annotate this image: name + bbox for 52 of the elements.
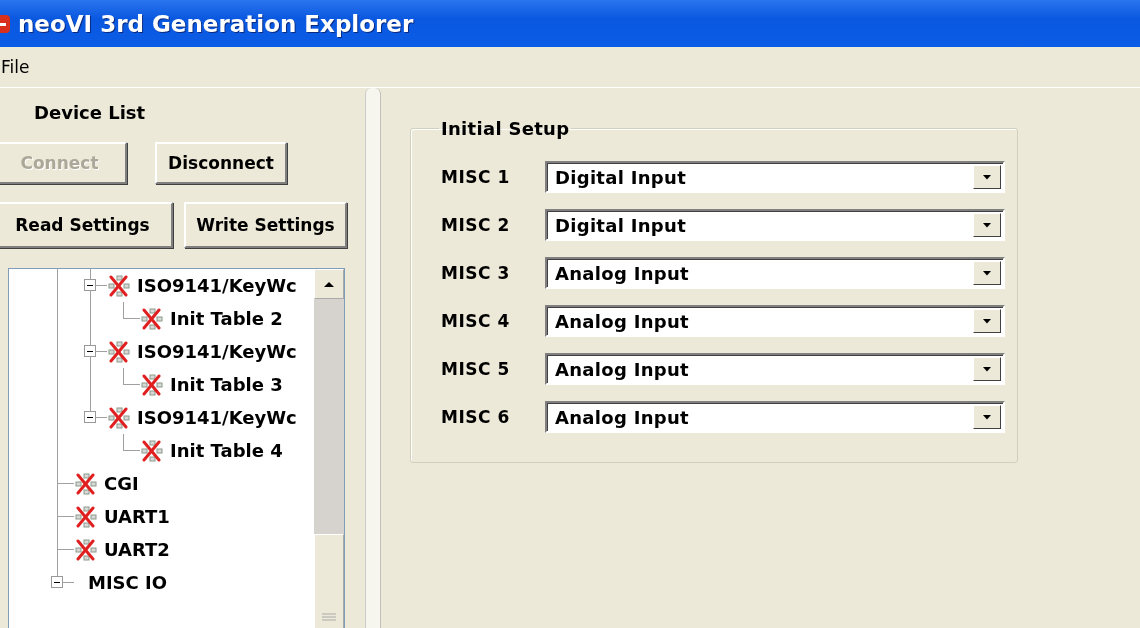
dropdown[interactable]: Digital Input [545,209,1005,241]
caret-icon[interactable] [983,174,991,180]
network-error-icon [107,274,131,297]
network-error-icon [140,439,164,462]
app-icon [0,13,10,34]
tree-item[interactable]: Init Table 2 [170,308,283,329]
field-label: MISC 3 [441,263,511,283]
collapse-toggle[interactable] [84,345,96,357]
caret-icon[interactable] [983,414,991,420]
network-error-icon [140,373,164,396]
dropdown[interactable]: Analog Input [545,401,1005,433]
tree-item[interactable]: Init Table 4 [170,440,283,461]
caret-icon[interactable] [983,318,991,324]
network-error-icon [74,538,98,561]
field-label: MISC 5 [441,359,511,379]
tree-item[interactable]: ISO9141/KeyWc [137,407,297,428]
network-error-icon [107,340,131,363]
field-label: MISC 1 [441,167,511,187]
read-settings-button[interactable]: Read Settings [0,202,173,248]
tree-item[interactable]: UART2 [104,539,170,560]
collapse-toggle[interactable] [51,576,63,588]
tree-item[interactable]: Init Table 3 [170,374,283,395]
collapse-toggle[interactable] [84,411,96,423]
network-error-icon [74,472,98,495]
window-title: neoVI 3rd Generation Explorer [18,10,414,37]
field-label: MISC 6 [441,407,511,427]
tree-item[interactable]: CGI [104,473,139,494]
group-title: Initial Setup [440,118,571,139]
write-settings-button[interactable]: Write Settings [184,202,347,248]
field-label: MISC 2 [441,215,511,235]
caret-icon[interactable] [983,366,991,372]
menu-item[interactable]: File [0,57,34,77]
dropdown[interactable]: Digital Input [545,161,1005,193]
caret-icon[interactable] [983,270,991,276]
scroll-up-icon[interactable] [323,280,335,288]
dropdown[interactable]: Analog Input [545,353,1005,385]
scrollbar[interactable] [314,269,344,628]
field-label: MISC 4 [441,311,511,331]
dropdown[interactable]: Analog Input [545,257,1005,289]
panel-title: Device List [34,102,147,125]
disconnect-button[interactable]: Disconnect [155,142,287,184]
tree-item[interactable]: UART1 [104,506,170,527]
caret-icon[interactable] [983,222,991,228]
network-error-icon [74,505,98,528]
network-error-icon [140,307,164,330]
network-error-icon [107,406,131,429]
tree-item[interactable]: ISO9141/KeyWc [137,275,297,296]
grip-icon [322,613,336,622]
collapse-toggle[interactable] [84,279,96,291]
tree-item[interactable]: ISO9141/KeyWc [137,341,297,362]
dropdown[interactable]: Analog Input [545,305,1005,337]
tree-item[interactable]: MISC IO [88,572,168,593]
